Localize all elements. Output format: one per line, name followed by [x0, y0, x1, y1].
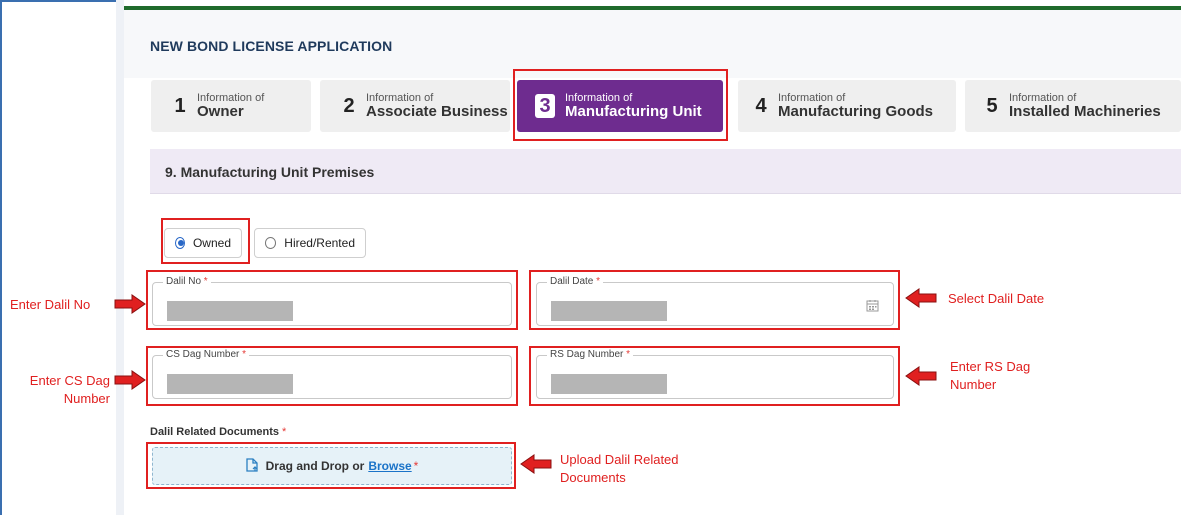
dropzone-text: Drag and Drop or — [265, 459, 365, 473]
radio-hired-rented[interactable]: Hired/Rented — [254, 228, 366, 258]
required-mark: * — [626, 349, 631, 360]
red-arrow-right-icon — [114, 370, 146, 390]
field-label-text: Dalil Date — [550, 276, 594, 287]
step-small-label: Information of — [366, 91, 434, 104]
cs-dag-number-field[interactable]: CS Dag Number * — [152, 349, 512, 399]
redacted-value — [167, 374, 293, 394]
annotation-line: Number — [950, 376, 997, 392]
annotation-upload-documents: Upload Dalil Related Documents — [560, 451, 679, 486]
document-dropzone[interactable]: Drag and Drop or Browse * — [152, 447, 512, 485]
file-upload-icon — [245, 457, 258, 475]
step-small-label: Information of — [197, 91, 265, 104]
browse-link[interactable]: Browse — [368, 459, 411, 473]
documents-label-text: Dalil Related Documents — [150, 426, 279, 438]
documents-label: Dalil Related Documents * — [150, 426, 286, 438]
step-manufacturing-goods[interactable]: 4 Information of Manufacturing Goods — [738, 80, 956, 132]
field-label: Dalil No * — [163, 276, 211, 287]
required-mark: * — [203, 276, 208, 287]
field-label: CS Dag Number * — [163, 349, 250, 360]
left-sidebar-strip — [116, 0, 124, 515]
redacted-value — [167, 301, 293, 321]
frame-top-border — [0, 0, 116, 2]
red-arrow-left-icon — [905, 366, 937, 386]
step-small-label: Information of — [1009, 91, 1077, 104]
required-mark: * — [242, 349, 247, 360]
page-title: NEW BOND LICENSE APPLICATION — [150, 38, 393, 54]
radio-label: Hired/Rented — [284, 236, 355, 250]
step-label: Owner — [197, 102, 244, 120]
required-mark: * — [282, 426, 287, 438]
step-owner[interactable]: 1 Information of Owner — [151, 80, 311, 132]
step-small-label: Information of — [565, 91, 633, 104]
step-number: 3 — [535, 94, 555, 118]
frame-left-border — [0, 0, 2, 515]
radio-label: Owned — [192, 236, 231, 250]
radio-checked-icon — [175, 237, 185, 249]
annotation-line: Enter RS Dag — [950, 359, 1031, 374]
step-installed-machineries[interactable]: 5 Information of Installed Machineries — [965, 80, 1181, 132]
annotation-enter-cs-dag: Enter CS Dag Number — [18, 372, 110, 407]
radio-owned[interactable]: Owned — [164, 228, 242, 258]
step-label: Manufacturing Goods — [778, 102, 933, 120]
dalil-no-field[interactable]: Dalil No * — [152, 276, 512, 326]
step-number: 5 — [986, 94, 998, 117]
step-text: Information of Installed Machineries — [1009, 92, 1161, 121]
red-arrow-left-icon — [520, 454, 552, 474]
dalil-date-field[interactable]: Dalil Date * — [536, 276, 894, 326]
section-title: 9. Manufacturing Unit Premises — [165, 164, 375, 180]
step-text: Information of Manufacturing Goods — [778, 92, 933, 121]
wizard-steps: 1 Information of Owner 2 Information of … — [124, 70, 1181, 140]
annotation-line: Enter CS Dag — [29, 373, 110, 388]
step-label: Manufacturing Unit — [565, 102, 702, 120]
step-label: Associate Business — [366, 102, 508, 120]
required-mark: * — [596, 276, 601, 287]
redacted-value — [551, 301, 667, 321]
step-text: Information of Associate Business — [366, 92, 508, 121]
step-associate-business[interactable]: 2 Information of Associate Business — [320, 80, 510, 132]
field-label: RS Dag Number * — [547, 349, 634, 360]
redacted-value — [551, 374, 667, 394]
annotation-select-dalil-date: Select Dalil Date — [948, 291, 1045, 306]
field-label: Dalil Date * — [547, 276, 604, 287]
radio-unchecked-icon — [265, 237, 277, 249]
required-mark: * — [413, 459, 419, 473]
step-number: 1 — [174, 94, 186, 117]
step-text: Information of Manufacturing Unit — [565, 92, 702, 121]
annotation-enter-dalil-no: Enter Dalil No — [10, 297, 91, 312]
screenshot-root: NEW BOND LICENSE APPLICATION 1 Informati… — [0, 0, 1181, 515]
step-small-label: Information of — [778, 91, 846, 104]
step-label: Installed Machineries — [1009, 102, 1161, 120]
step-number: 4 — [755, 94, 767, 117]
step-text: Information of Owner — [197, 92, 264, 121]
calendar-icon[interactable] — [866, 299, 879, 315]
step-manufacturing-unit[interactable]: 3 Information of Manufacturing Unit — [517, 80, 723, 132]
rs-dag-number-field[interactable]: RS Dag Number * — [536, 349, 894, 399]
field-label-text: CS Dag Number — [166, 349, 240, 360]
step-number: 2 — [343, 94, 355, 117]
annotation-line: Documents — [560, 469, 626, 485]
field-label-text: RS Dag Number — [550, 349, 624, 360]
red-arrow-right-icon — [114, 294, 146, 314]
annotation-enter-rs-dag: Enter RS Dag Number — [950, 358, 1030, 393]
field-label-text: Dalil No — [166, 276, 202, 287]
annotation-line: Number — [63, 390, 110, 406]
red-arrow-left-icon — [905, 288, 937, 308]
annotation-line: Upload Dalil Related — [560, 452, 679, 467]
